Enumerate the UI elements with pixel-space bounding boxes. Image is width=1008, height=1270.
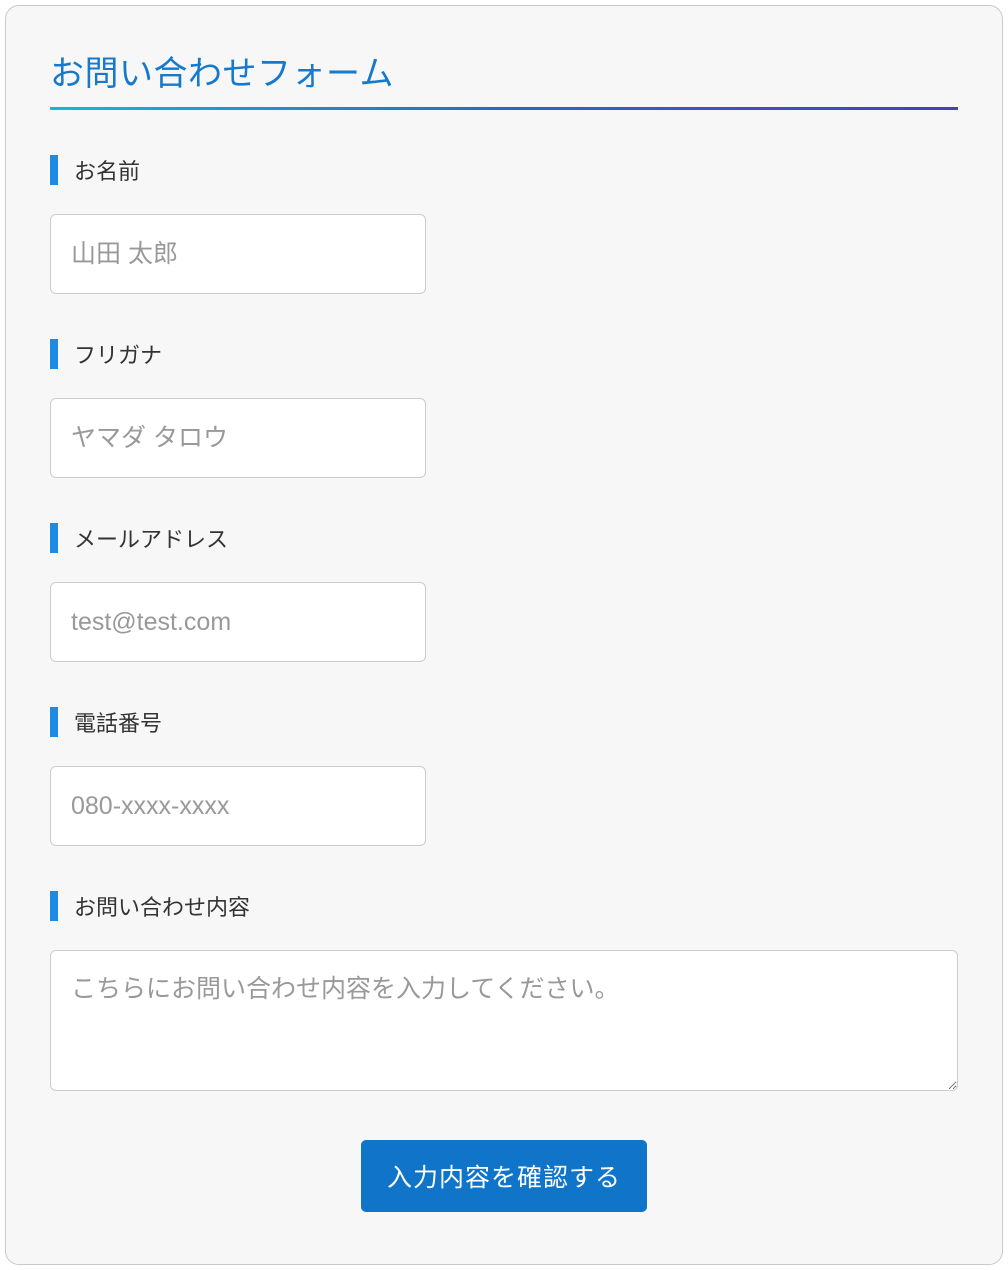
email-label: メールアドレス	[50, 522, 958, 554]
email-input[interactable]	[50, 582, 426, 662]
label-bar-icon	[50, 155, 58, 185]
furigana-label-text: フリガナ	[74, 338, 162, 370]
furigana-label: フリガナ	[50, 338, 958, 370]
name-label: お名前	[50, 154, 958, 186]
label-bar-icon	[50, 891, 58, 921]
label-bar-icon	[50, 523, 58, 553]
message-label-text: お問い合わせ内容	[74, 890, 250, 922]
submit-button[interactable]: 入力内容を確認する	[361, 1140, 647, 1212]
submit-wrapper: 入力内容を確認する	[50, 1140, 958, 1212]
label-bar-icon	[50, 707, 58, 737]
title-underline	[50, 107, 958, 110]
field-group-phone: 電話番号	[50, 706, 958, 846]
name-input[interactable]	[50, 214, 426, 294]
label-bar-icon	[50, 339, 58, 369]
name-label-text: お名前	[74, 154, 140, 186]
email-label-text: メールアドレス	[74, 522, 228, 554]
field-group-email: メールアドレス	[50, 522, 958, 662]
form-title: お問い合わせフォーム	[50, 46, 958, 95]
field-group-name: お名前	[50, 154, 958, 294]
furigana-input[interactable]	[50, 398, 426, 478]
message-textarea[interactable]	[50, 950, 958, 1091]
phone-label-text: 電話番号	[74, 706, 162, 738]
field-group-message: お問い合わせ内容	[50, 890, 958, 1096]
phone-input[interactable]	[50, 766, 426, 846]
message-label: お問い合わせ内容	[50, 890, 958, 922]
phone-label: 電話番号	[50, 706, 958, 738]
contact-form-container: お問い合わせフォーム お名前 フリガナ メールアドレス 電話番号 お問	[5, 5, 1003, 1265]
field-group-furigana: フリガナ	[50, 338, 958, 478]
